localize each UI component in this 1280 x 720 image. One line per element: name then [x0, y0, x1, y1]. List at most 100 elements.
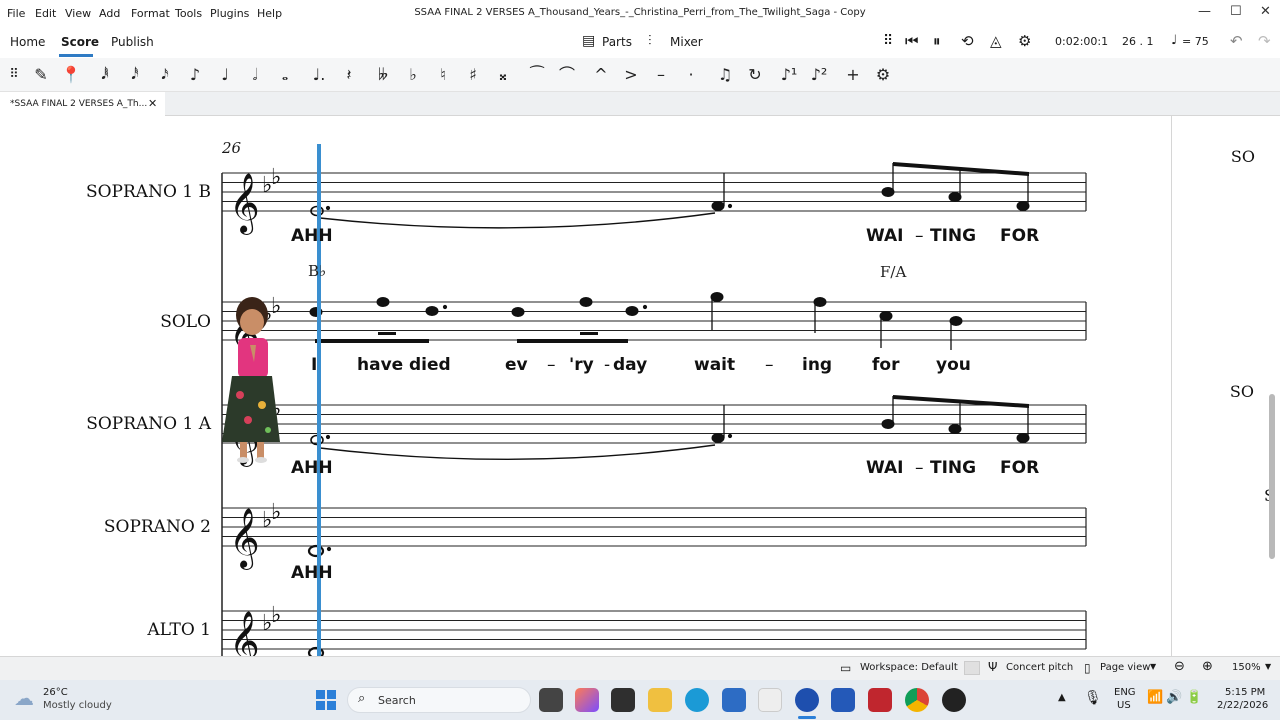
concert-pitch-label[interactable]: Concert pitch — [1006, 662, 1073, 673]
weather-desc[interactable]: Mostly cloudy — [43, 700, 112, 711]
parts-button[interactable]: Parts — [602, 35, 632, 49]
play-icon[interactable]: ⏸ — [933, 32, 941, 50]
slur-icon[interactable]: ⌒ — [553, 58, 581, 92]
lyric[interactable]: TING — [930, 458, 976, 478]
concert-pitch-checkbox[interactable] — [964, 661, 980, 675]
tie-icon[interactable]: ⁀ — [523, 58, 551, 92]
accent-icon[interactable]: > — [617, 58, 645, 92]
score-canvas[interactable]: 𝄞 𝄞 𝄞 𝄞 𝄞 ♭♭ ♭♭ ♭♭ ♭♭ ♭♭ — [0, 116, 1170, 656]
workspace-selector[interactable]: Workspace: Default — [860, 662, 958, 673]
staff-name-soprano-2[interactable]: SOPRANO 2 — [11, 517, 211, 537]
dropbox-icon[interactable] — [611, 688, 635, 712]
redo-icon[interactable]: ↷ — [1258, 32, 1271, 50]
add-icon[interactable]: + — [839, 58, 867, 92]
amazon-icon[interactable] — [758, 688, 782, 712]
media-app-icon[interactable] — [942, 688, 966, 712]
lyric[interactable]: AHH — [291, 226, 333, 246]
input-language[interactable]: ENG — [1114, 687, 1136, 698]
lyric[interactable]: TING — [930, 226, 976, 246]
lyric[interactable]: wait — [694, 355, 735, 375]
chord-symbol[interactable]: B♭ — [308, 262, 326, 280]
sharp-icon[interactable]: ♯ — [459, 58, 487, 92]
note-input-pin-icon[interactable]: 📍 — [57, 58, 85, 92]
note-quarter-icon[interactable]: ♩ — [211, 58, 239, 92]
double-sharp-icon[interactable]: 𝄪 — [489, 58, 517, 92]
lyric[interactable]: FOR — [1000, 458, 1039, 478]
lyric[interactable]: ing — [802, 355, 832, 375]
menu-format[interactable]: Format — [131, 7, 170, 20]
zoom-in-icon[interactable]: ⊕ — [1202, 659, 1213, 674]
menu-add[interactable]: Add — [99, 7, 120, 20]
lyric[interactable]: WAI — [866, 226, 903, 246]
next-page-preview[interactable]: SO SO S — [1171, 116, 1280, 656]
note-half-icon[interactable]: 𝅗𝅥 — [241, 58, 269, 92]
file-explorer-icon[interactable] — [648, 688, 672, 712]
menu-plugins[interactable]: Plugins — [210, 7, 249, 20]
battery-icon[interactable]: 🔋 — [1186, 690, 1202, 705]
note-32nd-icon[interactable]: 𝅘𝅥𝅰 — [121, 58, 149, 92]
staccato-icon[interactable]: · — [677, 58, 705, 92]
lyric[interactable]: day — [613, 355, 647, 375]
clock-date[interactable]: 2/22/2026 — [1217, 700, 1268, 711]
drag-handle-icon[interactable]: ⠿ — [883, 33, 893, 49]
lyric[interactable]: I — [311, 355, 317, 375]
menu-help[interactable]: Help — [257, 7, 282, 20]
clock-time[interactable]: 5:15 PM — [1225, 687, 1265, 698]
tab-publish[interactable]: Publish — [111, 35, 154, 49]
zoom-out-icon[interactable]: ⊖ — [1174, 659, 1185, 674]
toolbar-settings-icon[interactable]: ⚙ — [869, 58, 897, 92]
task-view-icon[interactable] — [539, 688, 563, 712]
tray-chevron-up-icon[interactable]: ▲ — [1058, 692, 1066, 703]
chrome-icon[interactable] — [905, 688, 929, 712]
menu-view[interactable]: View — [65, 7, 91, 20]
lyric[interactable]: you — [936, 355, 971, 375]
toolbar-handle-icon[interactable]: ⠿ — [0, 58, 28, 92]
flat-icon[interactable]: ♭ — [399, 58, 427, 92]
store-icon[interactable] — [722, 688, 746, 712]
metronome-icon[interactable]: ◬ — [990, 32, 1002, 50]
staff-name-alto-1[interactable]: ALTO 1 — [11, 620, 211, 640]
lyric[interactable]: 'ry — [569, 355, 594, 375]
wifi-icon[interactable]: 📶 — [1147, 690, 1163, 705]
voice-meeter-icon[interactable] — [868, 688, 892, 712]
lyric[interactable]: for — [872, 355, 899, 375]
close-tab-icon[interactable]: ✕ — [148, 97, 157, 110]
speaker-icon[interactable]: 🔊 — [1166, 690, 1182, 705]
taskbar-search-box[interactable]: ⌕ Search — [347, 687, 531, 713]
lyric[interactable]: AHH — [291, 563, 333, 583]
chord-symbol[interactable]: F/A — [880, 263, 906, 281]
copilot-icon[interactable] — [575, 688, 599, 712]
voice-2-icon[interactable]: ♪² — [805, 58, 833, 92]
menu-file[interactable]: File — [7, 7, 25, 20]
windows-start-icon[interactable] — [316, 690, 336, 710]
undo-icon[interactable]: ↶ — [1230, 32, 1243, 50]
weather-temp[interactable]: 26°C — [43, 687, 68, 698]
note-eighth-icon[interactable]: ♪ — [181, 58, 209, 92]
tuplet-icon[interactable]: ♫ — [711, 58, 739, 92]
lyric[interactable]: AHH — [291, 458, 333, 478]
minimize-icon[interactable]: — — [1198, 4, 1211, 19]
page-view-selector[interactable]: Page view — [1100, 662, 1150, 673]
flip-direction-icon[interactable]: ↻ — [741, 58, 769, 92]
settings-icon[interactable]: ⚙ — [1018, 32, 1031, 50]
maximize-icon[interactable]: ☐ — [1230, 4, 1242, 19]
rest-icon[interactable]: 𝄽 — [335, 58, 363, 92]
word-icon[interactable] — [831, 688, 855, 712]
menu-tools[interactable]: Tools — [175, 7, 202, 20]
microphone-icon[interactable]: 🎙 — [1084, 690, 1102, 706]
lyric[interactable]: ev — [505, 355, 528, 375]
weather-cloud-icon[interactable]: ☁ — [14, 686, 34, 710]
zoom-level[interactable]: 150% — [1232, 662, 1261, 673]
tenuto-icon[interactable]: – — [647, 58, 675, 92]
lyric[interactable]: WAI — [866, 458, 903, 478]
note-16th-icon[interactable]: 𝅘𝅥𝅯 — [151, 58, 179, 92]
pencil-icon[interactable]: ✎ — [27, 58, 55, 92]
vertical-scrollbar[interactable] — [1269, 394, 1275, 559]
menu-edit[interactable]: Edit — [35, 7, 56, 20]
lyric[interactable]: FOR — [1000, 226, 1039, 246]
double-flat-icon[interactable]: 𝄫 — [369, 58, 397, 92]
lyric[interactable]: died — [409, 355, 451, 375]
note-whole-icon[interactable]: 𝅝 — [271, 58, 299, 92]
marcato-icon[interactable]: ^ — [587, 58, 615, 92]
note-64th-icon[interactable]: 𝅘𝅥𝅱 — [91, 58, 119, 92]
